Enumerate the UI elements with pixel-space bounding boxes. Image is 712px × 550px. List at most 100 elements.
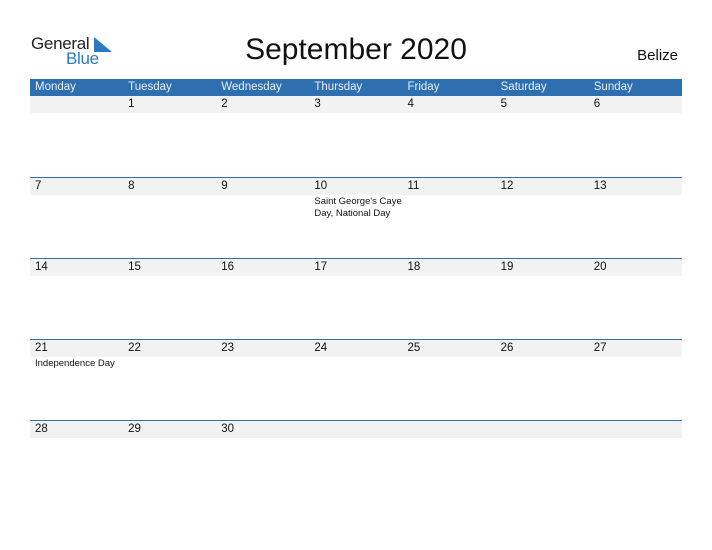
day-cell: 6: [589, 96, 682, 114]
day-number: [35, 96, 123, 113]
holiday-label: [128, 276, 216, 277]
day-number: 13: [593, 180, 607, 192]
weekday-saturday: Saturday: [500, 81, 547, 93]
day-number: 1: [128, 98, 135, 110]
day-cell: 19: [496, 259, 589, 277]
day-number: 26: [500, 342, 514, 354]
week-row: 21 Independence Day 22 23 24 25 26 27: [30, 339, 682, 420]
day-number: [408, 421, 496, 438]
day-number: 20: [593, 261, 607, 273]
day-number: 23: [221, 342, 235, 354]
day-number: 11: [407, 180, 420, 192]
day-number: 27: [593, 342, 607, 354]
holiday-label: [221, 195, 309, 196]
holiday-label: [221, 357, 309, 358]
day-cell: 26: [496, 340, 589, 370]
day-cell: 15: [123, 259, 216, 277]
week-row: 14 15 16 17 18 19 20: [30, 258, 682, 339]
holiday-label: [35, 438, 123, 439]
day-number: [594, 421, 682, 438]
holiday-label: [35, 195, 123, 196]
holiday-label: [594, 113, 682, 114]
weekday-header: Monday Tuesday Wednesday Thursday Friday…: [30, 79, 682, 96]
holiday-label: [408, 195, 496, 196]
holiday-label: [128, 438, 216, 439]
day-cell: 21 Independence Day: [30, 340, 123, 370]
week-row: 1 2 3 4 5 6: [30, 96, 682, 177]
day-number: 2: [221, 98, 228, 110]
holiday-label: [35, 113, 123, 114]
day-cell: 4: [403, 96, 496, 114]
day-number: 8: [128, 180, 135, 192]
weekday-wednesday: Wednesday: [221, 81, 282, 93]
day-number: 28: [35, 423, 48, 435]
day-number: 21: [35, 342, 48, 354]
day-cell: 28: [30, 421, 123, 439]
day-cell: 14: [30, 259, 123, 277]
holiday-label: [314, 357, 402, 358]
holiday-label: Independence Day: [35, 358, 115, 369]
day-cell: 30: [216, 421, 309, 439]
day-number: 25: [407, 342, 421, 354]
weekday-tuesday: Tuesday: [128, 81, 172, 93]
week-row: 28 29 30: [30, 420, 682, 501]
weeks-container: 1 2 3 4 5 6 7 8 9 10 Saint George's Caye Day, Nati…: [30, 96, 682, 501]
day-cell: 7: [30, 178, 123, 220]
week-row: 7 8 9 10 Saint George's Caye Day, National D…: [30, 177, 682, 258]
holiday-label: [128, 113, 216, 114]
day-number: 18: [407, 261, 421, 273]
holiday-label: [408, 276, 496, 277]
day-number: 19: [500, 261, 514, 273]
holiday-label: [314, 438, 402, 439]
day-cell: 2: [216, 96, 309, 114]
day-cell: 29: [123, 421, 216, 439]
page-title: September 2020: [245, 33, 467, 66]
holiday-label: [501, 195, 589, 196]
day-cell: 5: [496, 96, 589, 114]
holiday-label: [314, 113, 402, 114]
holiday-label: [314, 276, 402, 277]
weekday-thursday: Thursday: [314, 81, 363, 93]
holiday-label: [221, 113, 309, 114]
day-number: 14: [35, 261, 48, 273]
day-cell: [496, 421, 589, 439]
day-cell: 12: [496, 178, 589, 220]
holiday-label: [128, 195, 216, 196]
day-cell: 22: [123, 340, 216, 370]
day-number: 12: [500, 180, 514, 192]
day-cell: 23: [216, 340, 309, 370]
weekday-monday: Monday: [35, 81, 76, 93]
weekday-friday: Friday: [407, 81, 440, 93]
day-number: 9: [221, 180, 228, 192]
day-cell: 24: [309, 340, 402, 370]
calendar-grid: Monday Tuesday Wednesday Thursday Friday…: [30, 79, 682, 501]
weekday-sunday: Sunday: [593, 81, 633, 93]
day-cell: 11: [403, 178, 496, 220]
day-cell: 17: [309, 259, 402, 277]
holiday-label: [594, 438, 682, 439]
day-number: 10: [314, 180, 328, 192]
holiday-label: [501, 113, 589, 114]
day-number: 3: [314, 98, 321, 110]
day-cell: 8: [123, 178, 216, 220]
day-cell: 27: [589, 340, 682, 370]
holiday-label: [408, 357, 496, 358]
day-cell: 25: [403, 340, 496, 370]
day-cell: 13: [589, 178, 682, 220]
day-cell: [589, 421, 682, 439]
day-cell: [403, 421, 496, 439]
day-number: 15: [128, 261, 141, 273]
day-cell: 3: [309, 96, 402, 114]
day-number: [314, 421, 402, 438]
country-label: Belize: [637, 47, 678, 64]
day-number: 24: [314, 342, 328, 354]
day-number: 29: [128, 423, 141, 435]
day-number: 5: [500, 98, 508, 110]
day-cell: 20: [589, 259, 682, 277]
holiday-label: [594, 276, 682, 277]
holiday-label: [501, 276, 589, 277]
holiday-label: [35, 276, 123, 277]
holiday-label: [221, 276, 309, 277]
day-number: 6: [593, 98, 601, 110]
day-cell: 1: [123, 96, 216, 114]
